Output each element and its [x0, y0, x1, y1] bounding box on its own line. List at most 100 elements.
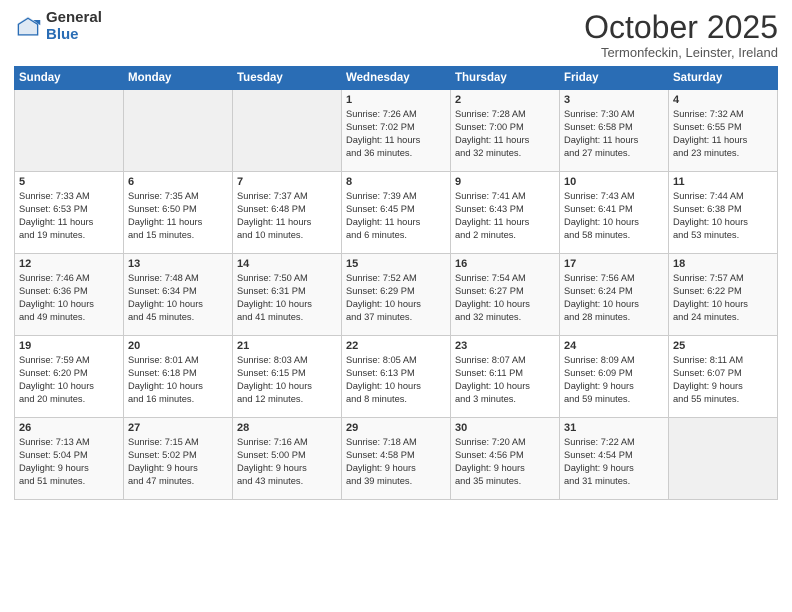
cell-content: Sunrise: 8:01 AM Sunset: 6:18 PM Dayligh… — [128, 354, 228, 406]
day-number: 10 — [564, 176, 664, 188]
day-number: 31 — [564, 422, 664, 434]
calendar-week-row: 1 Sunrise: 7:26 AM Sunset: 7:02 PM Daylig… — [15, 90, 778, 172]
calendar-cell: 23Sunrise: 8:07 AM Sunset: 6:11 PM Dayli… — [451, 336, 560, 418]
calendar-week-row: 19Sunrise: 7:59 AM Sunset: 6:20 PM Dayli… — [15, 336, 778, 418]
header-row: SundayMondayTuesdayWednesdayThursdayFrid… — [15, 67, 778, 90]
day-number: 28 — [237, 422, 337, 434]
day-number: 13 — [128, 258, 228, 270]
day-number: 7 — [237, 176, 337, 188]
day-number: 18 — [673, 258, 773, 270]
calendar-table: SundayMondayTuesdayWednesdayThursdayFrid… — [14, 66, 778, 500]
day-number: 19 — [19, 340, 119, 352]
calendar-cell: 15 Sunrise: 7:52 AM Sunset: 6:29 PM Dayli… — [342, 254, 451, 336]
day-header: Friday — [560, 67, 669, 90]
cell-content: Sunrise: 8:11 AM Sunset: 6:07 PM Dayligh… — [673, 354, 773, 406]
cell-content: Sunrise: 7:54 AM Sunset: 6:27 PM Dayligh… — [455, 272, 555, 324]
logo: General Blue — [14, 10, 102, 43]
title-block: October 2025 Termonfeckin, Leinster, Ire… — [584, 10, 778, 60]
logo-icon — [14, 13, 42, 41]
cell-content: Sunrise: 7:13 AM Sunset: 5:04 PM Dayligh… — [19, 436, 119, 488]
day-number: 6 — [128, 176, 228, 188]
cell-content: Sunrise: 8:09 AM Sunset: 6:09 PM Dayligh… — [564, 354, 664, 406]
calendar-cell: 8 Sunrise: 7:39 AM Sunset: 6:45 PM Daylig… — [342, 172, 451, 254]
day-number: 14 — [237, 258, 337, 270]
day-number: 12 — [19, 258, 119, 270]
calendar-cell: 6 Sunrise: 7:35 AM Sunset: 6:50 PM Daylig… — [124, 172, 233, 254]
calendar-cell: 26Sunrise: 7:13 AM Sunset: 5:04 PM Dayli… — [15, 418, 124, 500]
calendar-cell: 9Sunrise: 7:41 AM Sunset: 6:43 PM Daylig… — [451, 172, 560, 254]
logo-blue-text: Blue — [46, 27, 102, 44]
calendar-cell: 21Sunrise: 8:03 AM Sunset: 6:15 PM Dayli… — [233, 336, 342, 418]
cell-content: Sunrise: 7:50 AM Sunset: 6:31 PM Dayligh… — [237, 272, 337, 324]
day-number: 15 — [346, 258, 446, 270]
calendar-cell — [669, 418, 778, 500]
cell-content: Sunrise: 7:33 AM Sunset: 6:53 PM Dayligh… — [19, 190, 119, 242]
day-number: 5 — [19, 176, 119, 188]
cell-content: Sunrise: 7:20 AM Sunset: 4:56 PM Dayligh… — [455, 436, 555, 488]
cell-content: Sunrise: 7:46 AM Sunset: 6:36 PM Dayligh… — [19, 272, 119, 324]
day-number: 16 — [455, 258, 555, 270]
calendar-cell: 22 Sunrise: 8:05 AM Sunset: 6:13 PM Dayli… — [342, 336, 451, 418]
calendar-cell: 19Sunrise: 7:59 AM Sunset: 6:20 PM Dayli… — [15, 336, 124, 418]
day-number: 30 — [455, 422, 555, 434]
calendar-cell: 12 Sunrise: 7:46 AM Sunset: 6:36 PM Dayli… — [15, 254, 124, 336]
cell-content: Sunrise: 7:56 AM Sunset: 6:24 PM Dayligh… — [564, 272, 664, 324]
calendar-cell: 11Sunrise: 7:44 AM Sunset: 6:38 PM Dayli… — [669, 172, 778, 254]
day-number: 25 — [673, 340, 773, 352]
cell-content: Sunrise: 7:28 AM Sunset: 7:00 PM Dayligh… — [455, 108, 555, 160]
calendar-cell: 1 Sunrise: 7:26 AM Sunset: 7:02 PM Daylig… — [342, 90, 451, 172]
calendar-cell — [15, 90, 124, 172]
calendar-cell: 31 Sunrise: 7:22 AM Sunset: 4:54 PM Dayli… — [560, 418, 669, 500]
calendar-cell: 10 Sunrise: 7:43 AM Sunset: 6:41 PM Dayli… — [560, 172, 669, 254]
calendar-cell: 18 Sunrise: 7:57 AM Sunset: 6:22 PM Dayli… — [669, 254, 778, 336]
calendar-cell: 7Sunrise: 7:37 AM Sunset: 6:48 PM Daylig… — [233, 172, 342, 254]
cell-content: Sunrise: 7:43 AM Sunset: 6:41 PM Dayligh… — [564, 190, 664, 242]
day-number: 22 — [346, 340, 446, 352]
calendar-cell: 27Sunrise: 7:15 AM Sunset: 5:02 PM Dayli… — [124, 418, 233, 500]
calendar-cell: 28 Sunrise: 7:16 AM Sunset: 5:00 PM Dayli… — [233, 418, 342, 500]
day-number: 8 — [346, 176, 446, 188]
location-subtitle: Termonfeckin, Leinster, Ireland — [584, 45, 778, 60]
calendar-cell: 24Sunrise: 8:09 AM Sunset: 6:09 PM Dayli… — [560, 336, 669, 418]
calendar-cell: 20 Sunrise: 8:01 AM Sunset: 6:18 PM Dayli… — [124, 336, 233, 418]
calendar-cell: 4 Sunrise: 7:32 AM Sunset: 6:55 PM Daylig… — [669, 90, 778, 172]
calendar-cell: 5 Sunrise: 7:33 AM Sunset: 6:53 PM Daylig… — [15, 172, 124, 254]
cell-content: Sunrise: 7:39 AM Sunset: 6:45 PM Dayligh… — [346, 190, 446, 242]
cell-content: Sunrise: 7:48 AM Sunset: 6:34 PM Dayligh… — [128, 272, 228, 324]
cell-content: Sunrise: 7:44 AM Sunset: 6:38 PM Dayligh… — [673, 190, 773, 242]
day-header: Thursday — [451, 67, 560, 90]
month-title: October 2025 — [584, 10, 778, 45]
cell-content: Sunrise: 7:32 AM Sunset: 6:55 PM Dayligh… — [673, 108, 773, 160]
cell-content: Sunrise: 7:41 AM Sunset: 6:43 PM Dayligh… — [455, 190, 555, 242]
cell-content: Sunrise: 7:18 AM Sunset: 4:58 PM Dayligh… — [346, 436, 446, 488]
day-number: 4 — [673, 94, 773, 106]
cell-content: Sunrise: 7:52 AM Sunset: 6:29 PM Dayligh… — [346, 272, 446, 324]
logo-general-text: General — [46, 10, 102, 27]
cell-content: Sunrise: 8:07 AM Sunset: 6:11 PM Dayligh… — [455, 354, 555, 406]
cell-content: Sunrise: 7:57 AM Sunset: 6:22 PM Dayligh… — [673, 272, 773, 324]
day-header: Monday — [124, 67, 233, 90]
day-number: 20 — [128, 340, 228, 352]
day-number: 1 — [346, 94, 446, 106]
cell-content: Sunrise: 7:15 AM Sunset: 5:02 PM Dayligh… — [128, 436, 228, 488]
cell-content: Sunrise: 7:26 AM Sunset: 7:02 PM Dayligh… — [346, 108, 446, 160]
day-header: Saturday — [669, 67, 778, 90]
day-header: Sunday — [15, 67, 124, 90]
day-header: Wednesday — [342, 67, 451, 90]
calendar-cell: 16 Sunrise: 7:54 AM Sunset: 6:27 PM Dayli… — [451, 254, 560, 336]
calendar-week-row: 26Sunrise: 7:13 AM Sunset: 5:04 PM Dayli… — [15, 418, 778, 500]
calendar-cell: 3Sunrise: 7:30 AM Sunset: 6:58 PM Daylig… — [560, 90, 669, 172]
calendar-cell: 25 Sunrise: 8:11 AM Sunset: 6:07 PM Dayli… — [669, 336, 778, 418]
calendar-cell: 17Sunrise: 7:56 AM Sunset: 6:24 PM Dayli… — [560, 254, 669, 336]
calendar-week-row: 5 Sunrise: 7:33 AM Sunset: 6:53 PM Daylig… — [15, 172, 778, 254]
calendar-week-row: 12 Sunrise: 7:46 AM Sunset: 6:36 PM Dayli… — [15, 254, 778, 336]
cell-content: Sunrise: 7:35 AM Sunset: 6:50 PM Dayligh… — [128, 190, 228, 242]
cell-content: Sunrise: 7:22 AM Sunset: 4:54 PM Dayligh… — [564, 436, 664, 488]
cell-content: Sunrise: 8:05 AM Sunset: 6:13 PM Dayligh… — [346, 354, 446, 406]
calendar-cell: 14 Sunrise: 7:50 AM Sunset: 6:31 PM Dayli… — [233, 254, 342, 336]
day-number: 2 — [455, 94, 555, 106]
header: General Blue October 2025 Termonfeckin, … — [14, 10, 778, 60]
day-number: 29 — [346, 422, 446, 434]
cell-content: Sunrise: 7:30 AM Sunset: 6:58 PM Dayligh… — [564, 108, 664, 160]
cell-content: Sunrise: 7:16 AM Sunset: 5:00 PM Dayligh… — [237, 436, 337, 488]
